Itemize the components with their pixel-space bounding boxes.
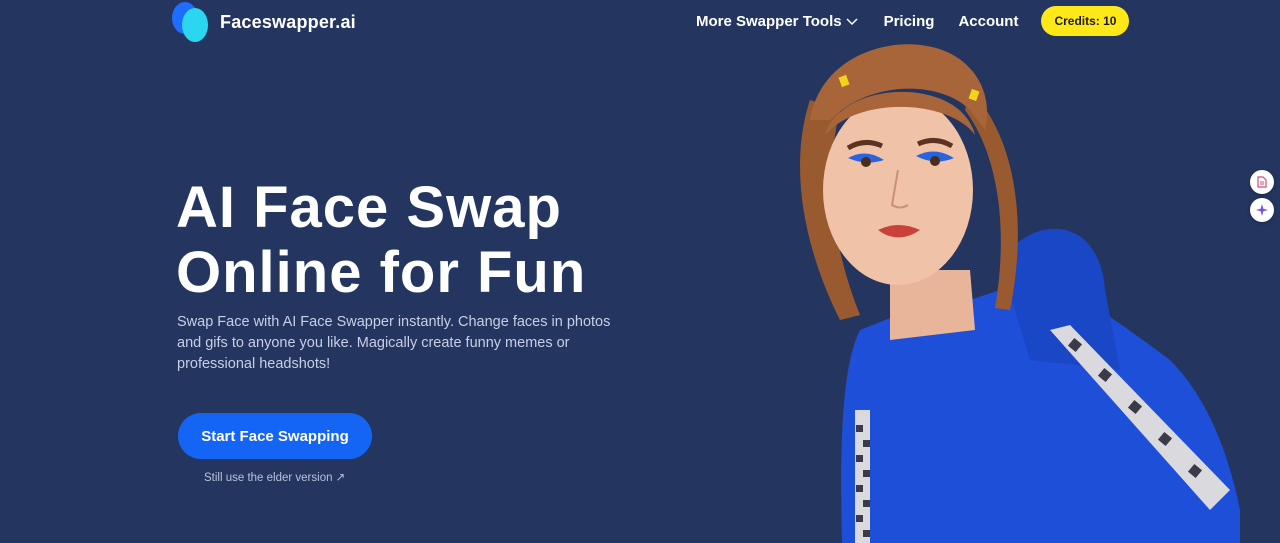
nav-more-tools[interactable]: More Swapper Tools [696, 13, 858, 30]
chevron-down-icon [846, 18, 858, 26]
logo-text: Faceswapper.ai [220, 11, 356, 32]
hero-portrait-image [800, 44, 1240, 543]
hero-title: AI Face Swap Online for Fun [176, 175, 736, 306]
main-nav: More Swapper Tools Pricing Account Credi… [696, 6, 1130, 36]
hero-description: Swap Face with AI Face Swapper instantly… [177, 314, 611, 372]
nav-pricing[interactable]: Pricing [884, 13, 935, 30]
nav-account[interactable]: Account [958, 13, 1018, 30]
elder-version-link[interactable]: Still use the elder version ↗ [204, 470, 345, 484]
nav-more-tools-label: More Swapper Tools [696, 12, 842, 30]
sparkle-icon [1256, 204, 1268, 216]
credits-badge[interactable]: Credits: 10 [1041, 6, 1130, 36]
hero-title-line-1: AI Face Swap [176, 175, 562, 240]
document-icon [1257, 176, 1267, 188]
logo-icon [170, 2, 210, 42]
side-document-button[interactable] [1250, 170, 1274, 194]
start-face-swapping-button[interactable]: Start Face Swapping [178, 413, 372, 459]
logo[interactable]: Faceswapper.ai [170, 2, 356, 42]
side-sparkle-button[interactable] [1250, 198, 1274, 222]
hero-title-line-2: Online for Fun [176, 239, 587, 305]
